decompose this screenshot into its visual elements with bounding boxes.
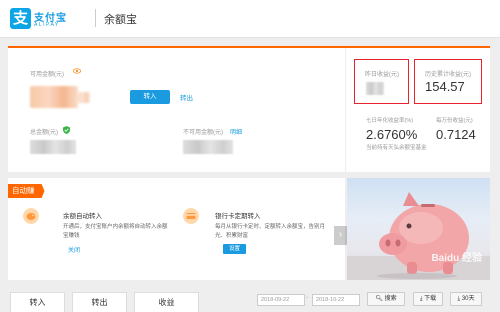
alipay-logo-subtext: ALIPAY xyxy=(34,22,60,28)
last-30-days-label: 30天 xyxy=(461,296,475,302)
carousel-next-arrow[interactable]: › xyxy=(334,226,347,245)
download-button-label: 下载 xyxy=(424,296,437,302)
records-toolbar: 转入 转出 收益 2018-09-22 - 2018-10-22 🔍︎ 搜索 ⤓… xyxy=(0,287,500,312)
per-10k-label: 每万份收益(元) xyxy=(436,118,473,124)
app-header: 支 支付宝 ALIPAY 余额宝 xyxy=(0,0,500,38)
date-from-input[interactable]: 2018-09-22 xyxy=(257,294,305,306)
annual-yield-value: 2.6760% xyxy=(366,127,418,142)
bank-card-icon xyxy=(183,208,199,224)
download-icon: ⤓ xyxy=(457,296,461,302)
search-button[interactable]: 🔍︎ 搜索 xyxy=(367,292,405,306)
download-icon: ⤓ xyxy=(419,296,423,302)
unavailable-amount-masked xyxy=(183,140,233,154)
card-transfer-title: 银行卡定期转入 xyxy=(215,213,261,220)
auto-transfer-close-link[interactable]: 关闭 xyxy=(68,245,80,254)
baidu-watermark: Baidu 经验 xyxy=(431,253,482,264)
total-income-label: 历史累计收益(元) xyxy=(425,72,471,78)
auto-earn-tag: 自动赚 xyxy=(8,184,45,198)
piggy-bank-icon xyxy=(23,208,39,224)
search-button-label: 搜索 xyxy=(384,296,397,302)
available-amount-label: 可用金额(元) xyxy=(30,72,64,78)
details-link[interactable]: 明细 xyxy=(230,127,242,136)
alipay-logo-icon[interactable]: 支 xyxy=(10,8,31,29)
transfer-in-button[interactable]: 转入 xyxy=(130,90,170,104)
available-amount-masked xyxy=(30,86,78,108)
search-icon: 🔍︎ xyxy=(375,296,383,302)
unavailable-amount-label: 不可用金额(元) xyxy=(183,130,223,136)
shield-check-icon xyxy=(63,126,70,134)
download-button[interactable]: ⤓ 下载 xyxy=(413,292,443,306)
tab-transfer-out[interactable]: 转出 xyxy=(72,292,127,312)
date-separator: - xyxy=(306,295,308,301)
income-card: 昨日收益(元) 历史累计收益(元) 154.57 七日年化收益率(%) 2.67… xyxy=(346,48,490,172)
yesterday-income-label: 昨日收益(元) xyxy=(365,72,399,78)
per-10k-value: 0.7124 xyxy=(436,127,476,142)
tab-transfer-in[interactable]: 转入 xyxy=(10,292,65,312)
last-30-days-button[interactable]: ⤓ 30天 xyxy=(450,292,482,306)
eye-icon[interactable] xyxy=(73,68,81,74)
card-transfer-desc: 每月从银行卡定时、定额转入余额宝，告别月光、积累财富 xyxy=(215,224,326,239)
product-title: 余额宝 xyxy=(104,14,137,26)
auto-earn-card: 自动赚 余额自动转入 开通后，支付宝账户内余额将自动转入余额宝赚钱 关闭 银行卡… xyxy=(8,178,345,280)
piggy-bank-illustration xyxy=(347,192,490,280)
promo-banner[interactable]: Baidu 经验 xyxy=(347,178,490,280)
tab-income[interactable]: 收益 xyxy=(134,292,199,312)
annual-yield-label: 七日年化收益率(%) xyxy=(366,118,414,124)
transfer-out-link[interactable]: 转出 xyxy=(180,92,193,102)
total-amount-label: 总金额(元) xyxy=(30,130,58,136)
card-transfer-setup-button[interactable]: 设置 xyxy=(223,244,247,254)
header-divider xyxy=(95,9,96,27)
account-card: 可用金额(元) 转入 转出 总金额(元) 不可用金额(元) 明细 xyxy=(8,48,345,172)
total-income-value: 154.57 xyxy=(425,79,465,94)
auto-transfer-title: 余额自动转入 xyxy=(63,213,102,220)
yesterday-income-masked xyxy=(366,82,384,95)
fund-note: 当前持有天弘余额宝基金 xyxy=(366,145,427,151)
available-amount-masked-tail xyxy=(78,92,90,103)
total-amount-masked xyxy=(30,140,76,154)
auto-transfer-desc: 开通后，支付宝账户内余额将自动转入余额宝赚钱 xyxy=(63,224,168,239)
date-to-input[interactable]: 2018-10-22 xyxy=(312,294,360,306)
